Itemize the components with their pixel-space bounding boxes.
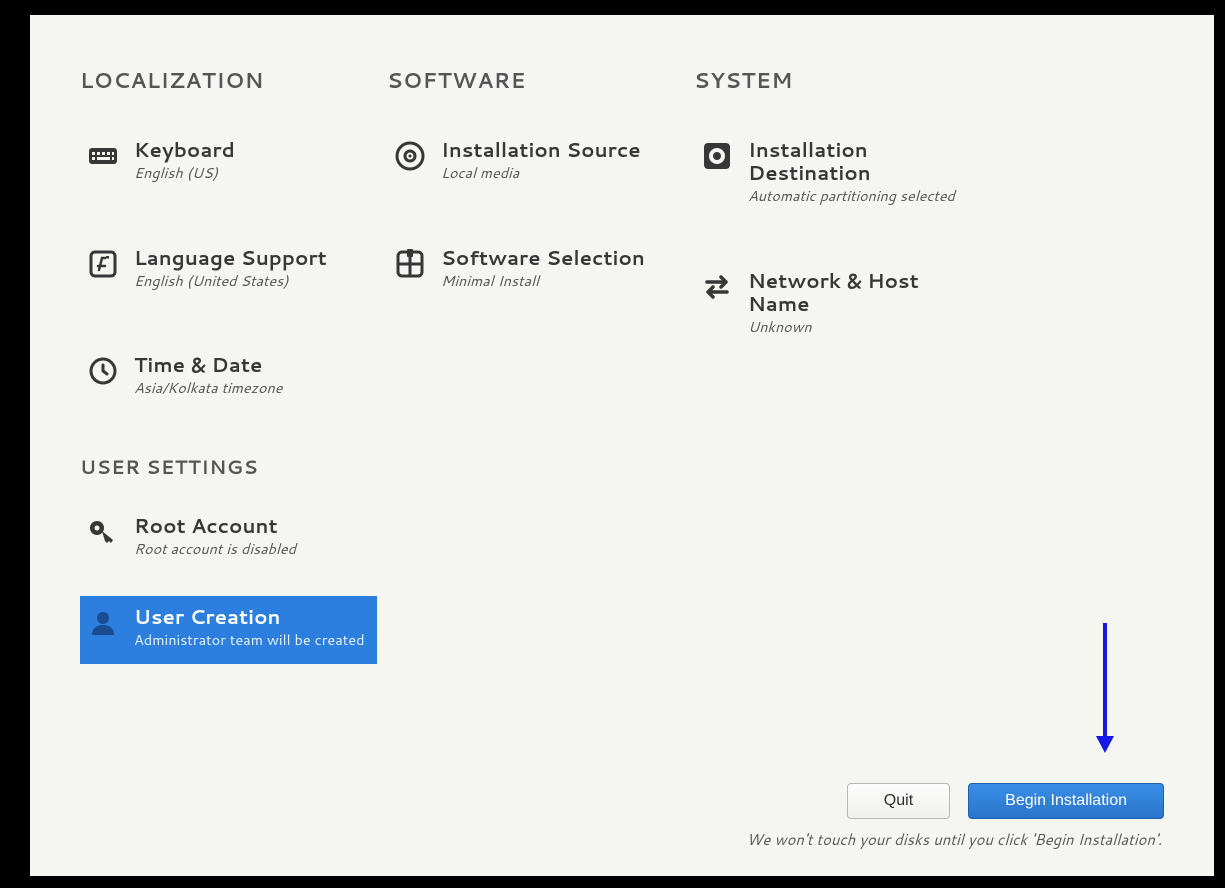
destination-status: Automatic partitioning selected (748, 186, 985, 206)
localization-column: LOCALIZATION Keyboard English (US) Langu… (80, 65, 377, 783)
clock-icon (86, 354, 120, 388)
user-creation-status: Administrator team will be created (134, 630, 365, 650)
user-creation-spoke[interactable]: User Creation Administrator team will be… (80, 596, 377, 664)
system-column: SYSTEM Installation Destination Automati… (694, 65, 991, 783)
keyboard-status: English (US) (134, 163, 235, 183)
software-selection-spoke[interactable]: Software Selection Minimal Install (387, 239, 684, 299)
root-account-spoke[interactable]: Root Account Root account is disabled (80, 507, 377, 567)
user-creation-title: User Creation (134, 606, 365, 629)
root-title: Root Account (134, 515, 296, 538)
disc-icon (393, 139, 427, 173)
action-buttons: Quit Begin Installation (847, 783, 1164, 819)
keyboard-title: Keyboard (134, 139, 235, 162)
language-icon (86, 247, 120, 281)
localization-header: LOCALIZATION (80, 65, 377, 95)
language-support-spoke[interactable]: Language Support English (United States) (80, 239, 377, 299)
disk-icon (700, 139, 734, 173)
source-title: Installation Source (441, 139, 641, 162)
system-header: SYSTEM (694, 65, 991, 95)
time-title: Time & Date (134, 354, 282, 377)
installation-destination-spoke[interactable]: Installation Destination Automatic parti… (694, 131, 991, 214)
source-status: Local media (441, 163, 641, 183)
language-status: English (United States) (134, 271, 327, 291)
installer-summary-screen: LOCALIZATION Keyboard English (US) Langu… (30, 15, 1214, 876)
disclaimer-text: We won't touch your disks until you clic… (747, 829, 1164, 850)
time-status: Asia/Kolkata timezone (134, 378, 282, 398)
installation-source-spoke[interactable]: Installation Source Local media (387, 131, 684, 191)
keyboard-spoke[interactable]: Keyboard English (US) (80, 131, 377, 191)
begin-installation-button[interactable]: Begin Installation (968, 783, 1164, 819)
summary-columns: LOCALIZATION Keyboard English (US) Langu… (80, 65, 1164, 783)
key-icon (86, 515, 120, 549)
footer: Quit Begin Installation We won't touch y… (80, 783, 1164, 856)
user-icon (86, 606, 120, 640)
user-settings-header: USER SETTINGS (80, 454, 377, 481)
network-spoke[interactable]: Network & Host Name Unknown (694, 262, 991, 345)
network-title: Network & Host Name (748, 270, 985, 316)
software-column: SOFTWARE Installation Source Local media… (387, 65, 684, 783)
destination-title: Installation Destination (748, 139, 985, 185)
time-date-spoke[interactable]: Time & Date Asia/Kolkata timezone (80, 346, 377, 406)
package-icon (393, 247, 427, 281)
selection-title: Software Selection (441, 247, 645, 270)
root-status: Root account is disabled (134, 539, 296, 559)
language-title: Language Support (134, 247, 327, 270)
network-status: Unknown (748, 317, 985, 337)
network-icon (700, 270, 734, 304)
software-header: SOFTWARE (387, 65, 684, 95)
keyboard-icon (86, 139, 120, 173)
quit-button[interactable]: Quit (847, 783, 950, 819)
selection-status: Minimal Install (441, 271, 645, 291)
